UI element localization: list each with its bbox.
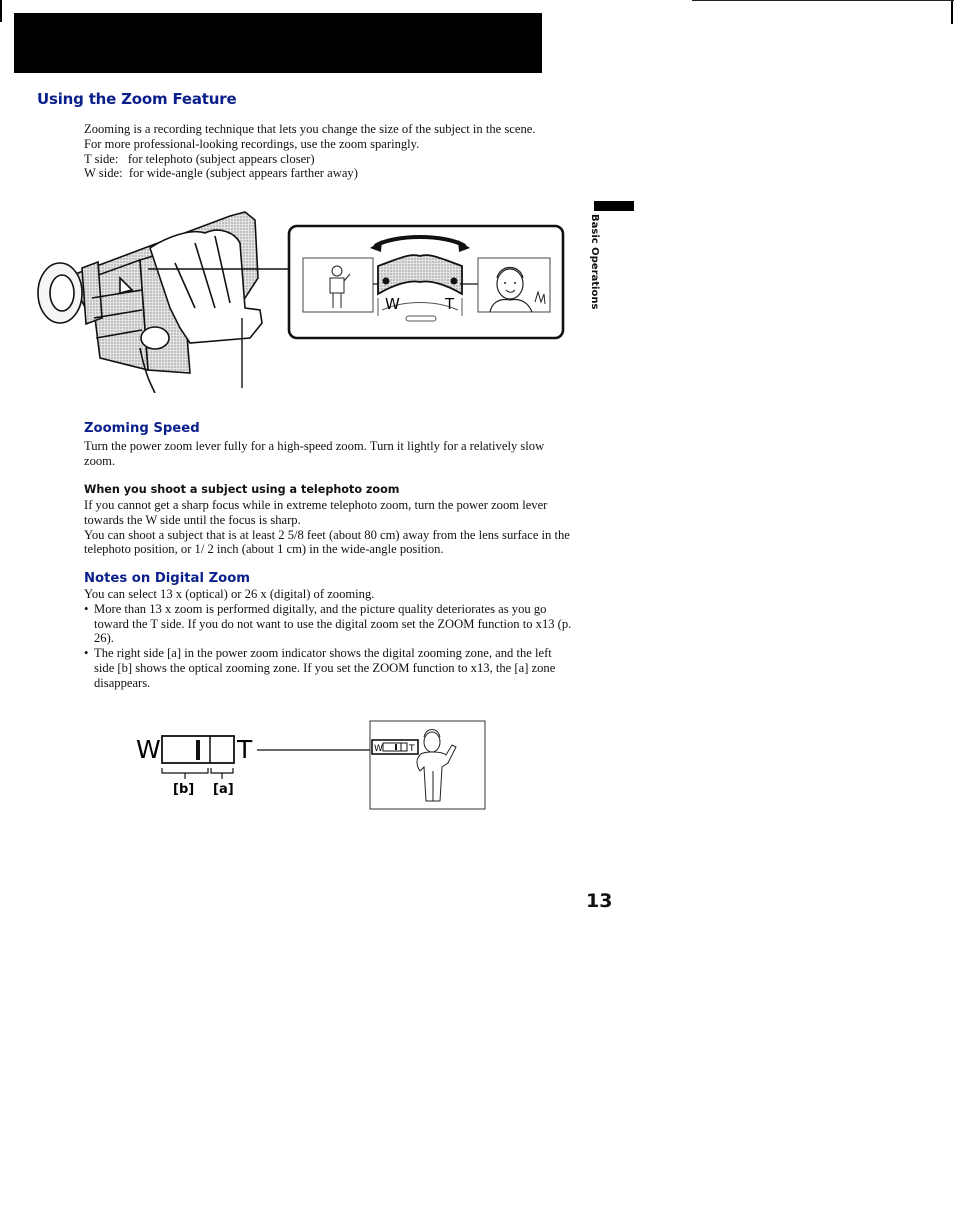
label-a: [a] <box>213 782 234 797</box>
telephoto-text-1: If you cannot get a sharp focus while in… <box>84 498 548 527</box>
t-side-description: T side: for telephoto (subject appears c… <box>84 151 315 166</box>
label-b: [b] <box>173 782 194 797</box>
side-tab-label: Basic Operations <box>589 214 600 310</box>
telephoto-heading: When you shoot a subject using a telepho… <box>84 483 400 496</box>
page-edge-mark <box>951 0 953 24</box>
bracket-b <box>161 768 209 779</box>
indicator-t-label: T <box>236 735 253 764</box>
zoom-indicator-diagram: W T [b] [a] W T <box>136 720 486 810</box>
header-bar <box>14 13 542 73</box>
digital-zoom-section: You can select 13 x (optical) or 26 x (d… <box>84 587 574 691</box>
viewfinder-indicator: W T <box>371 739 419 755</box>
intro-paragraph: Zooming is a recording technique that le… <box>84 122 536 151</box>
digital-zoom-intro: You can select 13 x (optical) or 26 x (d… <box>84 587 375 601</box>
page-edge-mark <box>0 0 2 22</box>
bracket-a <box>210 768 234 779</box>
zooming-speed-text: Turn the power zoom lever fully for a hi… <box>84 439 545 468</box>
zoom-position-marker <box>196 740 200 760</box>
telephoto-subject-icon <box>477 257 551 313</box>
page-title: Using the Zoom Feature <box>37 90 237 108</box>
wide-angle-subject-icon <box>302 257 374 313</box>
indicator-w-label: W <box>136 735 161 764</box>
page-edge-line <box>692 0 954 1</box>
bullet-text: The right side [a] in the power zoom ind… <box>94 646 556 690</box>
side-tab: Basic Operations <box>588 214 608 309</box>
zooming-speed-heading: Zooming Speed <box>84 421 200 436</box>
bullet-text: More than 13 x zoom is performed digital… <box>94 601 572 646</box>
side-tab-marker <box>594 201 634 211</box>
digital-zoom-heading: Notes on Digital Zoom <box>84 571 250 586</box>
telephoto-section: If you cannot get a sharp focus while in… <box>84 498 574 557</box>
mini-t-label: T <box>408 744 415 754</box>
bullet-icon: • <box>84 646 89 661</box>
intro-section: Zooming is a recording technique that le… <box>84 122 554 181</box>
page-number: 13 <box>586 890 613 912</box>
mini-w-label: W <box>374 744 383 754</box>
telephoto-text-2: You can shoot a subject that is at least… <box>84 527 570 557</box>
lever-t-label: T <box>444 295 455 313</box>
digital-zoom-bullet: • More than 13 x zoom is performed digit… <box>84 602 574 646</box>
bullet-icon: • <box>84 601 89 616</box>
zoom-lever-illustration: W T <box>37 211 565 393</box>
lever-w-label: W <box>385 295 400 313</box>
w-side-description: W side: for wide-angle (subject appears … <box>84 166 358 181</box>
digital-zoom-bullet: • The right side [a] in the power zoom i… <box>84 646 574 690</box>
